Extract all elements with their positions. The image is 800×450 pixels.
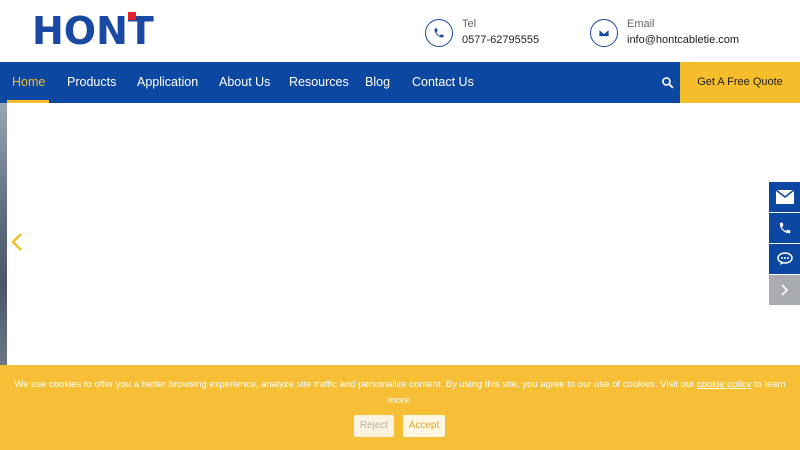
- phone-icon: [779, 222, 790, 234]
- nav-item-products[interactable]: Products: [67, 62, 116, 103]
- chat-icon: [776, 252, 793, 265]
- cookie-policy-link[interactable]: cookie policy: [697, 379, 751, 390]
- float-collapse-button[interactable]: [769, 275, 800, 305]
- envelope-icon: [590, 19, 618, 47]
- tel-value[interactable]: 0577-62795555: [462, 33, 539, 47]
- envelope-icon: [775, 190, 794, 204]
- slider-prev-arrow[interactable]: [11, 232, 23, 257]
- chevron-right-icon: [780, 284, 788, 296]
- nav-item-blog[interactable]: Blog: [365, 62, 390, 103]
- email-contact: Email info@hontcabletie.com: [590, 18, 739, 47]
- accept-button[interactable]: Accept: [403, 415, 445, 437]
- float-email-button[interactable]: [769, 182, 800, 212]
- phone-icon: [425, 19, 453, 47]
- hero-slider: [0, 103, 800, 365]
- email-label: Email: [627, 18, 655, 30]
- reject-button[interactable]: Reject: [354, 415, 394, 437]
- cookie-banner: We use cookies to offer you a better bro…: [0, 365, 800, 450]
- get-quote-button[interactable]: Get A Free Quote: [680, 62, 800, 103]
- cookie-text-before: We use cookies to offer you a better bro…: [14, 379, 697, 390]
- email-value[interactable]: info@hontcabletie.com: [627, 33, 739, 47]
- tel-label: Tel: [462, 18, 477, 30]
- nav-item-home[interactable]: Home: [12, 62, 45, 103]
- logo[interactable]: HONT: [32, 12, 154, 50]
- float-chat-button[interactable]: [769, 244, 800, 274]
- cookie-message: We use cookies to offer you a better bro…: [10, 377, 790, 409]
- tel-contact: Tel 0577-62795555: [425, 18, 539, 47]
- site-header: HONT Tel 0577-62795555 Email info@hontca…: [0, 0, 800, 62]
- logo-red-accent: [128, 12, 136, 20]
- nav-item-resources[interactable]: Resources: [289, 62, 349, 103]
- float-phone-button[interactable]: [769, 213, 800, 243]
- search-icon[interactable]: [661, 76, 674, 94]
- nav-item-application[interactable]: Application: [137, 62, 198, 103]
- hero-image-edge: [0, 103, 7, 365]
- nav-item-about-us[interactable]: About Us: [219, 62, 270, 103]
- nav-item-contact-us[interactable]: Contact Us: [412, 62, 474, 103]
